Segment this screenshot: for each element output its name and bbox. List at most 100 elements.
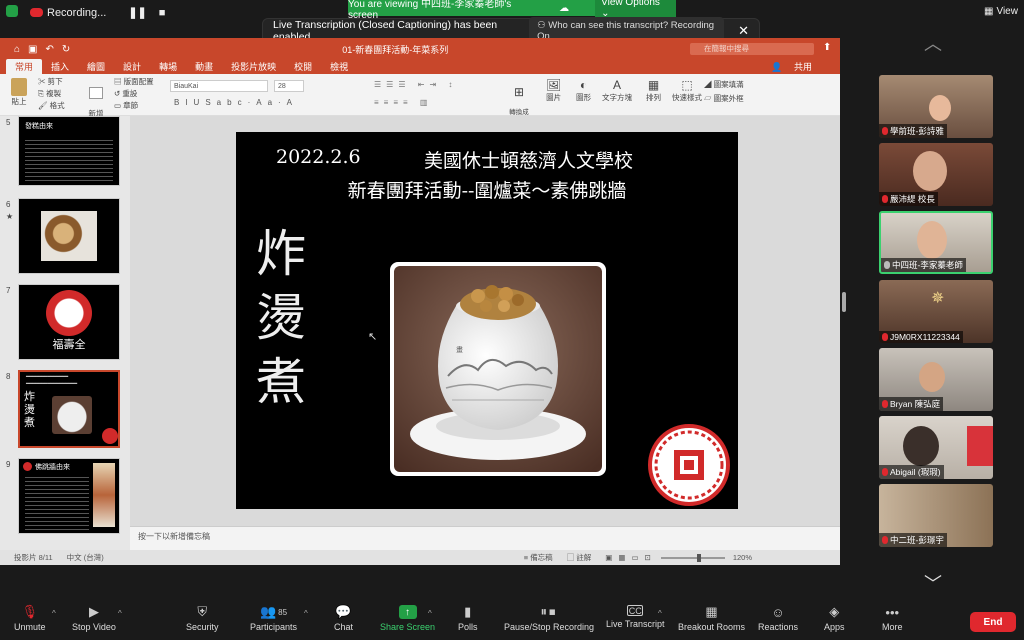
- section-button[interactable]: ▭ 章節: [114, 100, 154, 112]
- muted-mic-icon: [882, 333, 888, 341]
- tile-name: 嚴沛緹 校長: [879, 192, 938, 206]
- quick-styles-button[interactable]: ⬚ 快速樣式: [672, 78, 702, 103]
- ribbon-home: 貼上 ✂ 剪下 ⎘ 複製 🖌 格式 新增 投影片 ▤ 版面配置 ↺ 重設 ▭ 章…: [0, 74, 840, 129]
- tab-animations[interactable]: 動畫: [186, 59, 222, 74]
- pause-stop-recording-button[interactable]: ⏸⏹ Pause/Stop Recording: [504, 604, 594, 632]
- close-icon[interactable]: ✕: [738, 23, 749, 39]
- breakout-rooms-button[interactable]: ▦ Breakout Rooms: [678, 604, 745, 632]
- share-options-caret[interactable]: ^: [428, 609, 432, 618]
- undo-icon[interactable]: ↶: [46, 44, 54, 55]
- chat-button[interactable]: 💬 Chat: [334, 604, 353, 632]
- video-tile[interactable]: ✵ J9M0RX11223344: [879, 280, 993, 343]
- more-button[interactable]: ••• More: [882, 605, 903, 633]
- layout-button[interactable]: ▤ 版面配置: [114, 76, 154, 88]
- transcript-options-caret[interactable]: ^: [658, 609, 662, 618]
- save-icon[interactable]: ▣: [28, 44, 37, 55]
- video-tile[interactable]: 學前班-彭詩雅: [879, 75, 993, 138]
- recording-indicator[interactable]: Recording... ❚❚ ■: [30, 6, 165, 19]
- recording-label: Recording...: [47, 6, 107, 19]
- redo-icon[interactable]: ↻: [62, 44, 70, 55]
- tab-view[interactable]: 檢視: [321, 59, 357, 74]
- shape-fill-button[interactable]: ◢ 圖案填滿: [704, 78, 744, 92]
- slide-thumbnail-9[interactable]: 佛跳牆由來: [18, 458, 120, 534]
- tile-name: 中二班-彭璟宇: [879, 533, 947, 547]
- pause-recording-icon[interactable]: ❚❚: [128, 6, 146, 19]
- pause-stop-icon: ⏸⏹: [540, 604, 558, 619]
- slide-thumbnail-8-selected[interactable]: ━━━━━━━━━━━━━━ ━━━━━━━━━━━━━━━━━ 炸 燙 煮: [18, 370, 120, 448]
- participants-button[interactable]: 👥 85 Participants: [250, 604, 297, 632]
- cloud-icon: ☁: [559, 2, 570, 14]
- notes-pane[interactable]: 按一下以新增備忘稿: [130, 526, 840, 550]
- shape-outline-button[interactable]: ▱ 圖案外框: [704, 92, 744, 106]
- polls-button[interactable]: ▮ Polls: [458, 604, 478, 632]
- shield-icon: ⛨: [197, 604, 208, 619]
- tab-insert[interactable]: 插入: [42, 59, 78, 74]
- alignment-buttons[interactable]: ≡≡≡≡ ▥: [374, 98, 432, 107]
- reset-button[interactable]: ↺ 重設: [114, 88, 154, 100]
- unmute-button[interactable]: 🎙 Unmute: [14, 604, 46, 632]
- end-meeting-button[interactable]: End: [970, 612, 1016, 632]
- tab-slideshow[interactable]: 投影片放映: [222, 59, 285, 74]
- font-size-select[interactable]: 28: [274, 80, 304, 92]
- paste-button[interactable]: 貼上: [8, 78, 30, 107]
- splitter-handle[interactable]: [842, 292, 846, 312]
- muted-mic-icon: [882, 536, 888, 544]
- comments-toggle[interactable]: ▢ 註解: [567, 552, 592, 563]
- zoom-slider[interactable]: [660, 553, 725, 562]
- audio-options-caret[interactable]: ^: [52, 609, 56, 618]
- thumb-text-lines: [25, 474, 89, 532]
- thumb-title-lines: ━━━━━━━━━━━━━━ ━━━━━━━━━━━━━━━━━: [26, 374, 78, 387]
- live-transcript-button[interactable]: CC Live Transcript: [606, 605, 665, 629]
- reactions-button[interactable]: ☺ Reactions: [758, 605, 798, 633]
- video-tile[interactable]: Abigail (瑕瑕): [879, 416, 993, 479]
- thumb-number: 9: [6, 460, 11, 469]
- slide-thumbnail-6[interactable]: [18, 198, 120, 274]
- format-painter-button[interactable]: 🖌 格式: [38, 100, 65, 112]
- current-slide[interactable]: 2022.2.6 美國休士頓慈濟人文學校 新春團拜活動--圍爐菜～素佛跳牆 炸 燙…: [236, 132, 738, 509]
- slide-thumbnail-7[interactable]: 福壽全: [18, 284, 120, 360]
- shield-icon[interactable]: [6, 5, 18, 17]
- cut-button[interactable]: ✂ 剪下: [38, 76, 65, 88]
- video-options-caret[interactable]: ^: [118, 609, 122, 618]
- chevron-down-icon[interactable]: ﹀: [924, 570, 942, 596]
- thumb-number: 5: [6, 118, 11, 127]
- participants-options-caret[interactable]: ^: [304, 609, 308, 618]
- video-tile[interactable]: 嚴沛緹 校長: [879, 143, 993, 206]
- copy-button[interactable]: ⎘ 複製: [38, 88, 65, 100]
- arrange-button[interactable]: ▦ 排列: [646, 78, 661, 103]
- notes-toggle[interactable]: ≡ 備忘稿: [524, 552, 553, 563]
- video-tile[interactable]: 中二班-彭璟宇: [879, 484, 993, 547]
- video-tile-active-speaker[interactable]: 中四班-李家蓁老師: [879, 211, 993, 274]
- font-name-select[interactable]: BiauKai: [170, 80, 268, 92]
- security-button[interactable]: ⛨ Security: [186, 604, 219, 632]
- chevron-up-icon[interactable]: ︿: [924, 30, 942, 56]
- tab-draw[interactable]: 繪圖: [78, 59, 114, 74]
- shapes-button[interactable]: ◐ 圖形: [576, 78, 591, 103]
- view-mode-icons[interactable]: ▣▦▭⊡: [605, 553, 657, 562]
- arrange-icon: ▦: [647, 78, 660, 92]
- picture-button[interactable]: 🖼 圖片: [546, 78, 561, 103]
- stop-video-button[interactable]: ▶ Stop Video: [72, 604, 116, 632]
- home-icon[interactable]: ⌂: [14, 44, 20, 55]
- stop-recording-icon[interactable]: ■: [159, 7, 166, 19]
- textbox-button[interactable]: A 文字方塊: [602, 78, 632, 103]
- search-input[interactable]: 在簡報中搜尋: [690, 43, 814, 55]
- tab-review[interactable]: 校閱: [285, 59, 321, 74]
- tab-design[interactable]: 設計: [114, 59, 150, 74]
- share-screen-button[interactable]: ↑ Share Screen: [380, 605, 435, 632]
- view-button[interactable]: ▦ View: [984, 6, 1018, 17]
- share-person-icon[interactable]: ⬆: [823, 42, 831, 53]
- font-format-buttons[interactable]: BIUSabc·Aa·A: [174, 98, 298, 107]
- avatar: [919, 362, 945, 392]
- tab-transitions[interactable]: 轉場: [150, 59, 186, 74]
- avatar: [929, 95, 951, 121]
- zoom-level[interactable]: 120%: [733, 553, 752, 562]
- apps-button[interactable]: ◈ Apps: [824, 604, 845, 632]
- video-tile[interactable]: Bryan 陳弘庭: [879, 348, 993, 411]
- cc-icon: CC: [627, 605, 644, 616]
- tab-home[interactable]: 常用: [6, 59, 43, 74]
- language-indicator[interactable]: 中文 (台灣): [67, 552, 104, 563]
- share-button[interactable]: 👤 共用: [762, 59, 830, 74]
- slide-thumbnail-5[interactable]: 發糕由來: [18, 116, 120, 186]
- paragraph-buttons[interactable]: ☰☰☰ ⇤⇥ ↕: [374, 80, 457, 89]
